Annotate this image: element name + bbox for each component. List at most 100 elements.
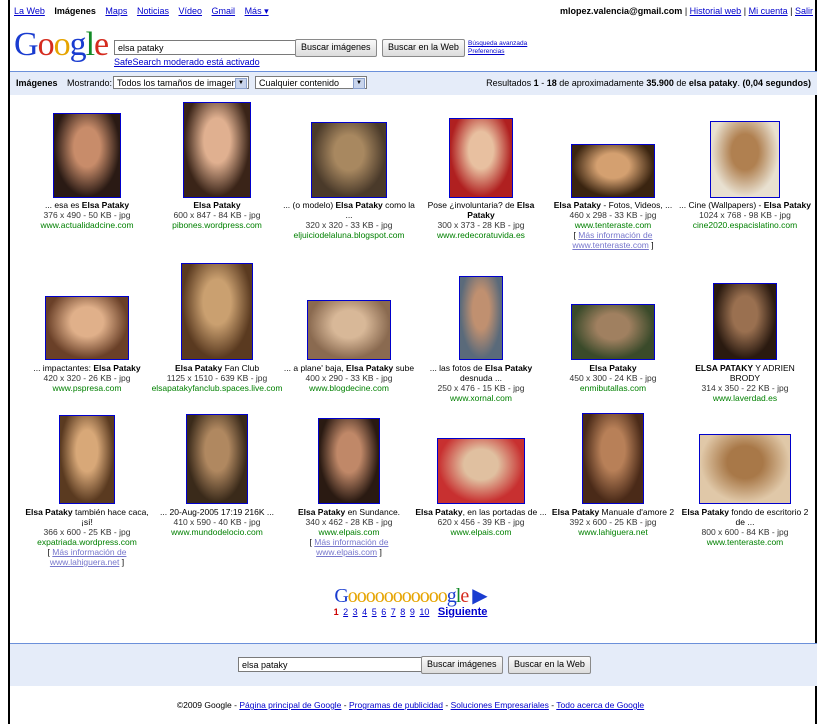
result-thumbnail[interactable] xyxy=(59,415,115,504)
result-title[interactable]: Elsa Pataky, en las portadas de ... xyxy=(415,507,547,517)
result-thumbnail[interactable] xyxy=(181,263,253,360)
nav-web[interactable]: La Web xyxy=(14,6,45,16)
size-filter-select[interactable]: Todos los tamaños de imagen ▼ xyxy=(113,76,249,89)
result-caption: Elsa Pataky Fan Club 1125 x 1510 - 639 KB… xyxy=(151,363,283,393)
footer-link-business[interactable]: Soluciones Empresariales xyxy=(451,700,549,710)
search-images-button[interactable]: Buscar imágenes xyxy=(295,39,377,57)
result-site[interactable]: www.blogdecine.com xyxy=(283,383,415,393)
account-link[interactable]: Mi cuenta xyxy=(749,6,788,16)
result-title[interactable]: Elsa Pataky xyxy=(151,200,283,210)
result-thumbnail[interactable] xyxy=(311,122,387,198)
result-site[interactable]: expatriada.wordpress.com xyxy=(21,537,153,547)
result-meta: 450 x 300 - 24 KB - jpg xyxy=(569,373,657,383)
more-info-link[interactable]: [ Más información de www.lahiguera.net ] xyxy=(21,547,153,567)
result-thumbnail[interactable] xyxy=(318,418,380,504)
result-thumbnail[interactable] xyxy=(449,118,513,198)
result-site[interactable]: www.laverdad.es xyxy=(679,393,811,403)
result-meta: 300 x 373 - 28 KB - jpg xyxy=(437,220,525,230)
result-thumbnail[interactable] xyxy=(571,304,655,360)
page-5[interactable]: 5 xyxy=(372,607,377,617)
result-site[interactable]: www.elpais.com xyxy=(415,527,547,537)
result-site[interactable]: www.redecoratuvida.es xyxy=(415,230,547,240)
page-3[interactable]: 3 xyxy=(353,607,358,617)
result-site[interactable]: www.lahiguera.net xyxy=(547,527,679,537)
result-site[interactable]: www.xornal.com xyxy=(415,393,547,403)
page-9[interactable]: 9 xyxy=(410,607,415,617)
result-thumbnail[interactable] xyxy=(53,113,121,198)
top-nav: La Web Imágenes Maps Noticias Vídeo Gmai… xyxy=(14,6,276,17)
result-title[interactable]: Elsa Pataky en Sundance. xyxy=(283,507,415,517)
footer-link-about[interactable]: Todo acerca de Google xyxy=(556,700,644,710)
bottom-search-images-button[interactable]: Buscar imágenes xyxy=(421,656,503,674)
result-thumbnail[interactable] xyxy=(710,121,780,198)
safesearch-link[interactable]: SafeSearch moderado está activado xyxy=(114,57,260,67)
result-site[interactable]: enmibutallas.com xyxy=(547,383,679,393)
page-10[interactable]: 10 xyxy=(419,607,429,617)
nav-news[interactable]: Noticias xyxy=(137,6,169,16)
result-site[interactable]: www.tenteraste.com xyxy=(679,537,811,547)
result-site[interactable]: www.tenteraste.com xyxy=(547,220,679,230)
result-title[interactable]: ... 20-Aug-2005 17:19 216K ... xyxy=(151,507,283,517)
result-title[interactable]: Elsa Pataky xyxy=(547,363,679,373)
result-thumbnail[interactable] xyxy=(459,276,503,360)
result-title[interactable]: ... las fotos de Elsa Pataky desnuda ... xyxy=(415,363,547,383)
result-site[interactable]: www.actualidadcine.com xyxy=(21,220,153,230)
nav-maps[interactable]: Maps xyxy=(105,6,127,16)
result-title[interactable]: Pose ¿involuntaria? de Elsa Pataky xyxy=(415,200,547,220)
advanced-search-link[interactable]: Búsqueda avanzada xyxy=(468,40,527,48)
signout-link[interactable]: Salir xyxy=(795,6,813,16)
result-title[interactable]: ELSA PATAKY Y ADRIEN BRODY xyxy=(679,363,811,383)
result-title[interactable]: ... impactantes: Elsa Pataky xyxy=(21,363,153,373)
search-web-button[interactable]: Buscar en la Web xyxy=(382,39,465,57)
result-caption: Elsa Pataky 600 x 847 - 84 KB - jpg pibone… xyxy=(151,200,283,230)
result-title[interactable]: ... esa es Elsa Pataky xyxy=(21,200,153,210)
result-title[interactable]: ... (o modelo) Elsa Pataky como la ... xyxy=(283,200,415,220)
result-thumbnail[interactable] xyxy=(713,283,777,360)
result-title[interactable]: Elsa Pataky Manuale d'amore 2 xyxy=(547,507,679,517)
result-site[interactable]: www.elpais.com xyxy=(283,527,415,537)
result-thumbnail[interactable] xyxy=(186,414,248,504)
bottom-search-input[interactable] xyxy=(238,657,422,672)
page-7[interactable]: 7 xyxy=(391,607,396,617)
search-input[interactable] xyxy=(114,40,298,55)
nav-more[interactable]: Más ▾ xyxy=(245,6,269,16)
bottom-search-web-button[interactable]: Buscar en la Web xyxy=(508,656,591,674)
nav-video[interactable]: Vídeo xyxy=(178,6,202,16)
content-filter-select[interactable]: Cualquier contenido ▼ xyxy=(255,76,367,89)
result-thumbnail[interactable] xyxy=(571,144,655,198)
result-title[interactable]: Elsa Pataky - Fotos, Videos, ... xyxy=(547,200,679,210)
result-site[interactable]: eljuiciodelaluna.blogspot.com xyxy=(283,230,415,240)
next-page-link[interactable]: Siguiente xyxy=(438,606,488,618)
result-site[interactable]: pibones.wordpress.com xyxy=(151,220,283,230)
page-4[interactable]: 4 xyxy=(362,607,367,617)
result-title[interactable]: ... Cine (Wallpapers) - Elsa Pataky xyxy=(679,200,811,210)
result-site[interactable]: www.pspresa.com xyxy=(21,383,153,393)
result-title[interactable]: ... a plane' baja, Elsa Pataky sube xyxy=(283,363,415,373)
next-arrow-icon[interactable]: ▶ xyxy=(472,585,487,607)
page-6[interactable]: 6 xyxy=(381,607,386,617)
result-site[interactable]: www.mundodelocio.com xyxy=(151,527,283,537)
result-site[interactable]: elsapatakyfanclub.spaces.live.com xyxy=(151,383,283,393)
results-toolbar: Imágenes Mostrando: Todos los tamaños de… xyxy=(10,71,817,95)
result-thumbnail[interactable] xyxy=(437,438,525,504)
footer-link-ads[interactable]: Programas de publicidad xyxy=(349,700,443,710)
result-thumbnail[interactable] xyxy=(699,434,791,504)
history-link[interactable]: Historial web xyxy=(690,6,742,16)
more-info-link[interactable]: [ Más información de www.tenteraste.com … xyxy=(547,230,679,250)
result-thumbnail[interactable] xyxy=(307,300,391,360)
more-info-link[interactable]: [ Más información de www.elpais.com ] xyxy=(283,537,415,557)
chevron-down-icon: ▼ xyxy=(235,78,247,89)
page-8[interactable]: 8 xyxy=(400,607,405,617)
result-thumbnail[interactable] xyxy=(582,413,644,504)
result-title[interactable]: Elsa Pataky Fan Club xyxy=(151,363,283,373)
google-logo[interactable]: Google xyxy=(14,28,109,62)
page-2[interactable]: 2 xyxy=(343,607,348,617)
result-title[interactable]: Elsa Pataky también hace caca, ¡sí! xyxy=(21,507,153,527)
result-thumbnail[interactable] xyxy=(183,102,251,198)
result-thumbnail[interactable] xyxy=(45,296,129,360)
nav-gmail[interactable]: Gmail xyxy=(212,6,236,16)
footer-link-home[interactable]: Página principal de Google xyxy=(239,700,341,710)
result-title[interactable]: Elsa Pataky fondo de escritorio 2 de ... xyxy=(679,507,811,527)
result-site[interactable]: cine2020.espacislatino.com xyxy=(679,220,811,230)
preferences-link[interactable]: Preferencias xyxy=(468,48,527,56)
